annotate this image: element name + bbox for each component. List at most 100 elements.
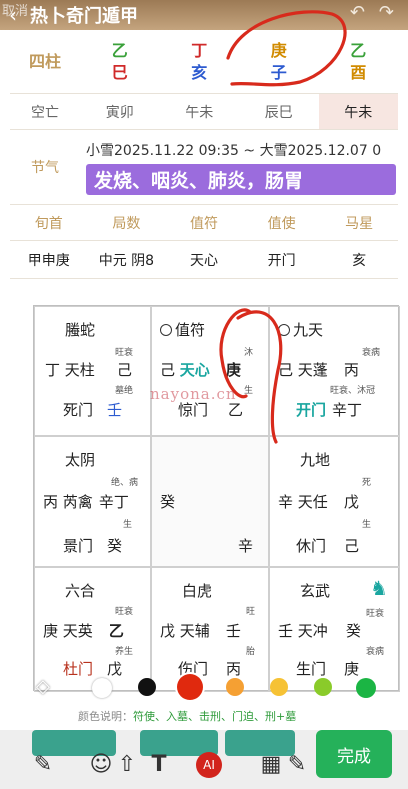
star: 天任 xyxy=(297,493,328,511)
cancel-text[interactable]: 取消 xyxy=(2,0,28,19)
palace-line: 景门癸 xyxy=(63,535,122,556)
table-header-row: 旬首 局数 值符 值使 马星 xyxy=(10,205,398,241)
palace-line: 丁 天柱 己 xyxy=(45,359,132,380)
pillar-hour: 乙酉 xyxy=(319,30,399,93)
palace-line: 辛 天任戊 xyxy=(278,491,359,512)
kongwang-row: 空亡 寅卯 午未 辰巳 午未 xyxy=(10,94,398,130)
status-note: 旺衰、沐冠 xyxy=(330,386,376,396)
status-note: 旺衰 xyxy=(115,348,134,358)
door: 惊门 xyxy=(178,401,209,419)
table-cell: 甲申庚 xyxy=(27,252,70,269)
kongwang-label: 空亡 xyxy=(31,104,59,121)
stem: 丙 xyxy=(43,493,59,511)
redo-icon[interactable]: ↷ xyxy=(379,2,394,23)
stem: 壬 xyxy=(225,622,241,640)
god-label: 值符 xyxy=(160,319,205,340)
branch: 酉 xyxy=(350,62,367,82)
status-note: 旺衰 xyxy=(115,607,134,617)
pen-icon[interactable]: ✎ xyxy=(28,752,58,777)
stem: 辛 xyxy=(278,493,294,511)
symptom-banner: 发烧、咽炎、肺炎，肠胃 xyxy=(86,163,396,195)
stem: 己 xyxy=(344,537,360,555)
status-note: 绝、病 xyxy=(111,478,139,488)
palace-line: 壬 天冲癸 xyxy=(278,620,361,641)
stem: 壬 xyxy=(107,401,123,419)
color-legend: 颜色说明：符使、入墓、击刑、门迫、刑+墓 xyxy=(78,708,296,724)
jieqi-label: 节气 xyxy=(31,160,59,176)
status-note: 胎 xyxy=(246,647,256,657)
stem: 己 xyxy=(278,361,294,379)
color-green[interactable] xyxy=(356,678,376,698)
star: 天英 xyxy=(62,622,93,640)
stem: 壬 xyxy=(278,622,294,640)
header-icons: ↶ ↷ xyxy=(350,2,394,23)
stem: 戊 xyxy=(343,493,359,511)
stem: 庚 xyxy=(43,622,59,640)
stem: 乙 xyxy=(228,401,244,419)
god-label: 六合 xyxy=(65,582,96,600)
branch: 亥 xyxy=(191,62,208,82)
color-red[interactable] xyxy=(177,674,203,700)
color-orange[interactable] xyxy=(226,678,244,696)
palace-line: 戊 天辅壬 xyxy=(160,620,241,641)
column-header: 旬首 xyxy=(34,215,63,232)
pillars-row: 四柱 乙巳 丁亥 庚子 乙酉 xyxy=(10,30,398,94)
status-note: 生 xyxy=(362,520,372,530)
stem: 癸 xyxy=(107,537,123,555)
stem: 丁 xyxy=(45,361,61,379)
palace-2: 值符 沐 己 天心庚 生 惊门 乙 xyxy=(151,306,269,436)
jieqi-body: 小雪2025.11.22 09:35 ~ 大雪2025.12.07 0 发烧、咽… xyxy=(80,130,398,204)
eraser-icon[interactable]: ◇ xyxy=(36,676,50,697)
palace-1: 螣蛇 旺衰 丁 天柱 己 墓绝 死门壬 xyxy=(34,306,151,436)
circle-icon xyxy=(278,324,290,336)
color-lime[interactable] xyxy=(314,678,332,696)
pillar-month: 丁亥 xyxy=(160,30,240,93)
stem: 乙 xyxy=(111,40,128,60)
circle-icon xyxy=(160,324,172,336)
branch: 子 xyxy=(270,62,287,82)
undo-icon[interactable]: ↶ xyxy=(350,2,365,23)
door: 景门 xyxy=(63,537,94,555)
color-black[interactable] xyxy=(138,678,156,696)
star: 芮禽 xyxy=(62,493,93,511)
status-note: 死 xyxy=(362,478,372,488)
stem: 丙 xyxy=(343,361,359,379)
kongwang-value: 午未 xyxy=(185,104,214,121)
god-label: 太阴 xyxy=(65,451,96,469)
kongwang-value: 午未 xyxy=(318,94,398,129)
ai-icon[interactable]: AI xyxy=(196,752,222,778)
color-yellow[interactable] xyxy=(270,678,288,696)
star: 天柱 xyxy=(64,361,95,379)
stem: 辛丁 xyxy=(332,401,363,419)
stem: 己 xyxy=(116,361,132,379)
stem: 庚 xyxy=(270,40,287,60)
note-icon[interactable]: ✎ xyxy=(282,752,312,777)
color-white[interactable] xyxy=(92,678,112,698)
jieqi-text: 小雪2025.11.22 09:35 ~ 大雪2025.12.07 0 xyxy=(86,142,382,159)
pillar-year: 乙巳 xyxy=(80,30,160,93)
palace-line: 开门 辛丁 xyxy=(296,399,362,420)
kongwang-value: 辰巳 xyxy=(264,104,293,121)
status-note: 墓绝 xyxy=(115,386,134,396)
palace-line: 死门壬 xyxy=(63,399,122,420)
share-icon[interactable]: ⇧ xyxy=(112,752,142,777)
column-header: 值使 xyxy=(267,215,296,232)
text-icon[interactable]: T xyxy=(144,752,174,777)
palace-line: 己 天蓬丙 xyxy=(278,359,359,380)
pillar-day: 庚子 xyxy=(239,30,319,93)
app-root: 取消 ‹ 热卜奇门遁甲 ↶ ↷ 四柱 乙巳 丁亥 庚子 乙酉 空亡 寅卯 午未 … xyxy=(0,0,408,789)
star: 天心 xyxy=(179,361,210,379)
status-note: 旺 xyxy=(246,607,256,617)
star: 天辅 xyxy=(179,622,210,640)
god-label: 螣蛇 xyxy=(65,321,96,339)
palace-4: 太阴 绝、病 丙 芮禽 辛丁 生 景门癸 xyxy=(34,436,151,567)
god-label: 玄武 xyxy=(300,582,331,600)
table-cell: 开门 xyxy=(267,252,296,269)
palace-line: 丙 芮禽 辛丁 xyxy=(43,491,129,512)
god-label: 九天 xyxy=(278,319,323,340)
done-button[interactable]: 完成 xyxy=(316,730,392,778)
god-name: 值符 xyxy=(175,321,206,339)
star: 天冲 xyxy=(297,622,328,640)
status-note: 旺衰 xyxy=(366,609,385,619)
kongwang-value: 寅卯 xyxy=(105,104,134,121)
